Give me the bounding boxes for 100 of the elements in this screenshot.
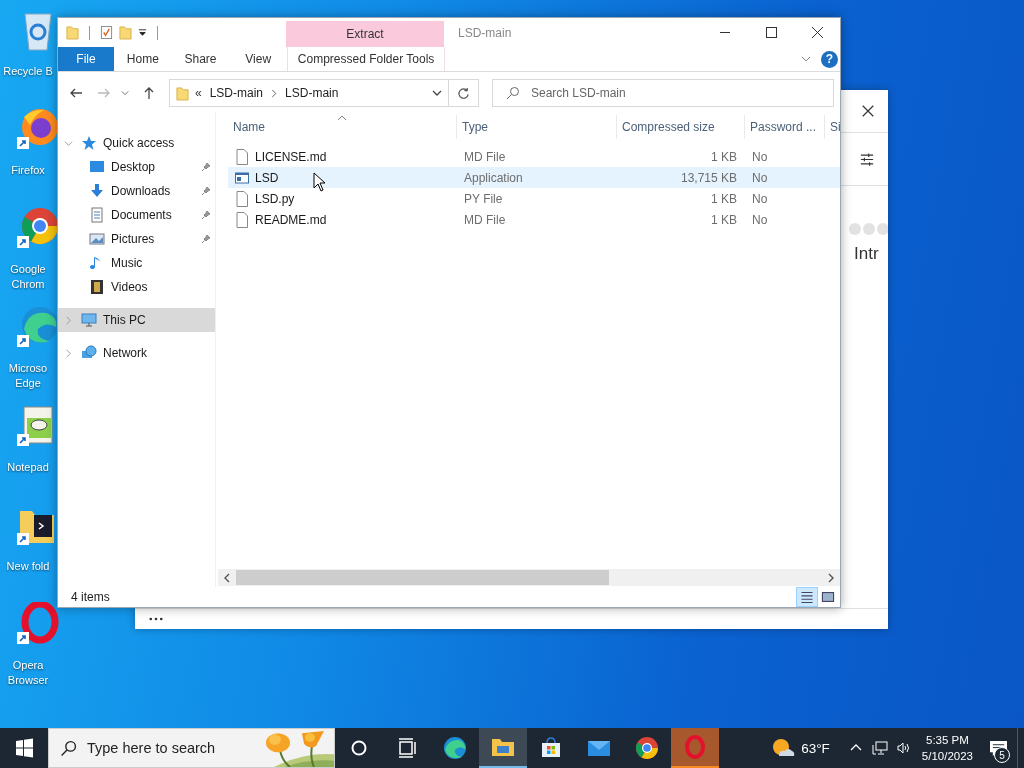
- address-bar[interactable]: « LSD-main LSD-main: [169, 79, 449, 107]
- file-row[interactable]: LSD.py PY File 1 KB No: [228, 188, 840, 209]
- application-icon: [235, 169, 249, 186]
- file-size: 13,715 KB: [679, 170, 738, 185]
- pin-icon[interactable]: [201, 186, 211, 196]
- app-shortcut-icon[interactable]: [15, 206, 60, 250]
- desktop-folder-icon: [89, 159, 105, 175]
- scroll-left-icon[interactable]: [223, 572, 231, 583]
- carousel-dots-icon: [848, 222, 888, 236]
- password-status: No: [751, 149, 769, 164]
- ribbon-tab[interactable]: Share: [171, 47, 230, 71]
- window-title: LSD-main: [457, 24, 513, 42]
- column-header[interactable]: Password ...: [745, 115, 825, 139]
- navigation-item[interactable]: This PC: [58, 308, 215, 332]
- overflow-chevron[interactable]: «: [195, 86, 202, 100]
- pictures-folder-icon: [89, 231, 105, 247]
- scroll-right-icon[interactable]: [827, 572, 835, 583]
- navigation-item[interactable]: Music: [58, 251, 215, 275]
- search-icon: [506, 86, 520, 100]
- close-icon[interactable]: [861, 104, 875, 118]
- document-icon: [235, 190, 249, 207]
- ribbon-tab[interactable]: File: [58, 47, 114, 71]
- file-name: LICENSE.md: [255, 149, 327, 164]
- file-name: README.md: [255, 212, 327, 227]
- scrollbar-thumb[interactable]: [236, 570, 609, 585]
- browser-icon: [635, 736, 659, 760]
- password-status: No: [751, 191, 769, 206]
- dropdown-caret-icon[interactable]: [432, 90, 442, 96]
- folder-icon: [176, 85, 189, 101]
- navigation-item[interactable]: Network: [58, 341, 215, 365]
- pin-icon[interactable]: [201, 234, 211, 244]
- shopping-bag-icon: [539, 736, 563, 760]
- navigation-item[interactable]: Videos: [58, 275, 215, 299]
- document-icon: [235, 148, 249, 165]
- app-shortcut-icon[interactable]: [15, 305, 60, 349]
- videos-folder-icon: [89, 279, 105, 295]
- file-name: LSD: [255, 170, 279, 185]
- column-header[interactable]: Type: [457, 115, 617, 139]
- search-icon: [60, 740, 77, 757]
- column-header[interactable]: Si: [825, 115, 839, 139]
- password-status: No: [751, 170, 769, 185]
- star-icon: [81, 135, 97, 151]
- more-icon[interactable]: [149, 617, 163, 621]
- properties-icon[interactable]: [100, 25, 113, 40]
- documents-folder-icon: [89, 207, 105, 223]
- navigation-item[interactable]: Quick access: [58, 131, 215, 155]
- breadcrumb[interactable]: LSD-main: [207, 86, 266, 100]
- computer-icon: [81, 312, 97, 328]
- settings-sliders-icon[interactable]: [860, 152, 874, 166]
- document-icon: [235, 211, 249, 228]
- file-row[interactable]: README.md MD File 1 KB No: [228, 209, 840, 230]
- file-type: MD File: [463, 149, 507, 164]
- refresh-icon: [457, 86, 470, 100]
- file-name: LSD.py: [255, 191, 295, 206]
- volume-icon[interactable]: [895, 740, 912, 756]
- mouse-cursor-icon: [313, 172, 325, 192]
- app-shortcut-icon[interactable]: [15, 107, 60, 151]
- navigation-item[interactable]: Documents: [58, 203, 215, 227]
- horizontal-scrollbar[interactable]: [218, 569, 840, 586]
- column-header[interactable]: Name: [228, 115, 457, 139]
- column-header[interactable]: Compressed size: [617, 115, 745, 139]
- pin-icon[interactable]: [201, 210, 211, 220]
- file-row[interactable]: LICENSE.md MD File 1 KB No: [228, 146, 840, 167]
- app-shortcut-icon[interactable]: [15, 602, 60, 646]
- browser-icon: [443, 736, 467, 760]
- refresh-button[interactable]: [449, 79, 479, 107]
- network-icon: [81, 345, 97, 361]
- section-heading: Intr: [854, 244, 880, 264]
- navigation-item[interactable]: Desktop: [58, 155, 215, 179]
- item-count: 4 items: [71, 590, 110, 604]
- temperature[interactable]: 63°F: [801, 740, 830, 756]
- file-row[interactable]: LSD Application 13,715 KB No: [228, 167, 840, 188]
- clock-time[interactable]: 5:35 PM: [926, 732, 969, 748]
- pin-icon[interactable]: [201, 162, 211, 172]
- ribbon-tab[interactable]: Compressed Folder Tools: [287, 47, 446, 71]
- explorer-taskbar-button[interactable]: [479, 728, 527, 768]
- expand-ribbon-icon[interactable]: [801, 56, 811, 62]
- file-size: 1 KB: [710, 212, 738, 227]
- breadcrumb[interactable]: LSD-main: [283, 86, 341, 100]
- sort-ascending-icon: [337, 115, 347, 121]
- breadcrumb-separator-icon[interactable]: [271, 88, 278, 98]
- file-size: 1 KB: [710, 149, 738, 164]
- file-size: 1 KB: [710, 191, 738, 206]
- context-tab-group: Extract: [286, 21, 444, 47]
- file-type: Application: [463, 170, 524, 185]
- file-type: PY File: [463, 191, 504, 206]
- browser-icon: [683, 735, 707, 759]
- navigation-item[interactable]: Downloads: [58, 179, 215, 203]
- notification-count-badge: 5: [994, 747, 1010, 763]
- navigation-item[interactable]: Pictures: [58, 227, 215, 251]
- file-type: MD File: [463, 212, 507, 227]
- customize-caret-icon[interactable]: [138, 28, 147, 37]
- ribbon-tab[interactable]: View: [229, 47, 288, 71]
- ribbon-tab[interactable]: Home: [114, 47, 172, 71]
- search-field[interactable]: Search LSD-main: [492, 79, 834, 107]
- password-status: No: [751, 212, 769, 227]
- details-view-button[interactable]: [797, 588, 817, 606]
- help-button[interactable]: ?: [821, 50, 838, 68]
- clock-date[interactable]: 5/10/2023: [921, 748, 973, 764]
- network-icon[interactable]: [871, 740, 888, 756]
